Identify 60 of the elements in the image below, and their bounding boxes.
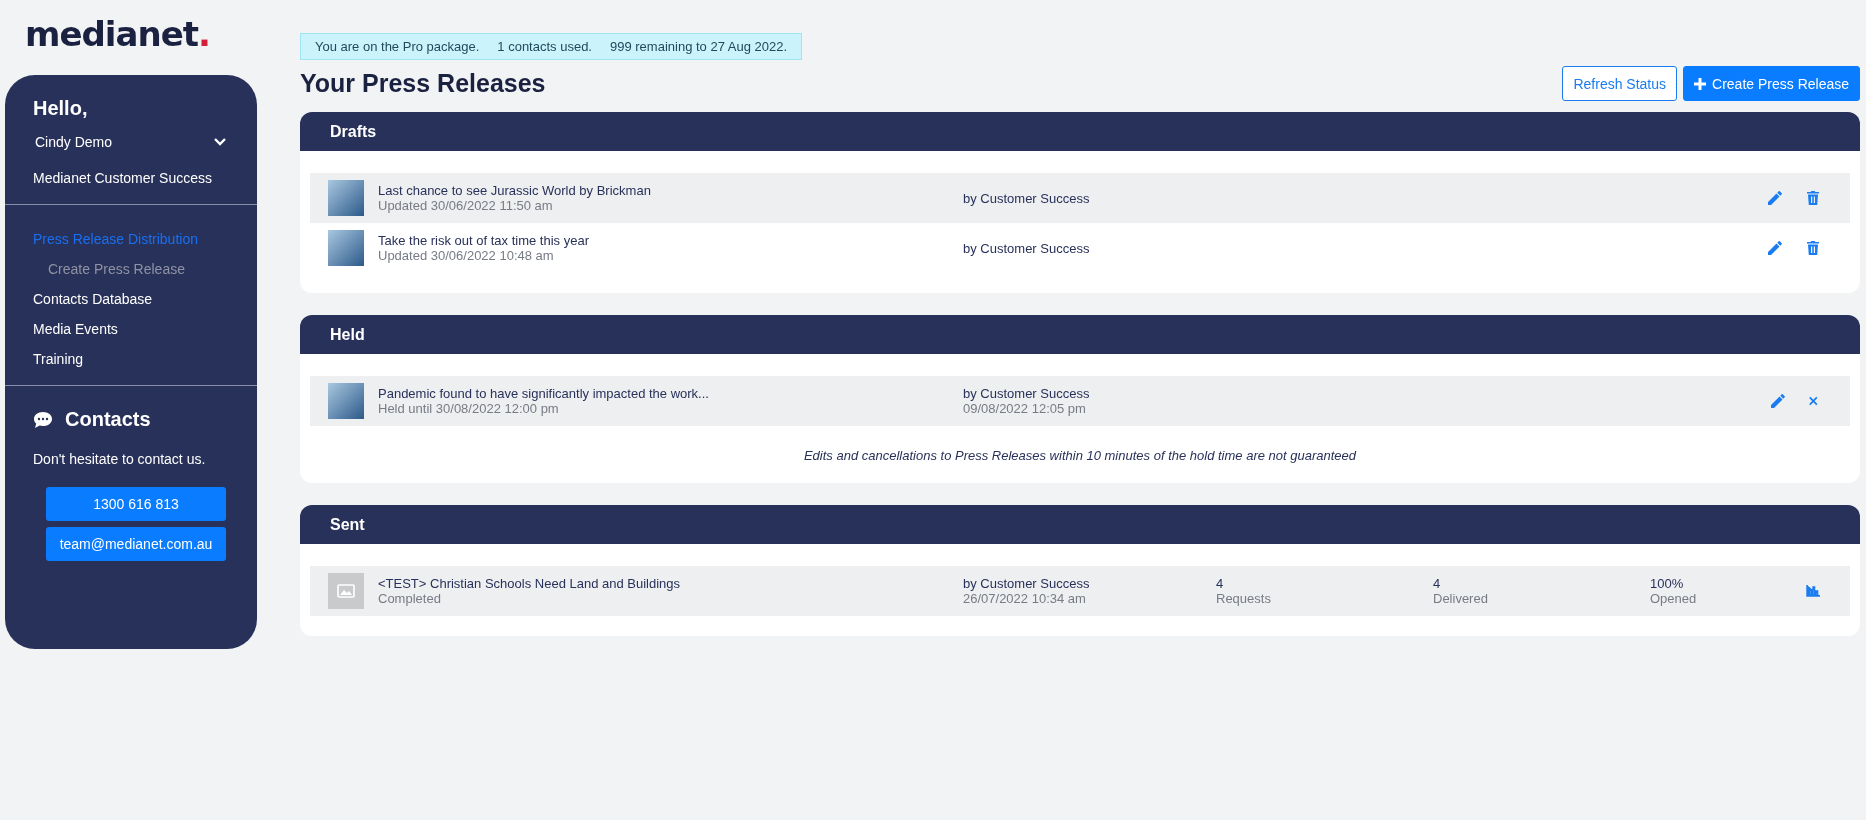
release-row[interactable]: Pandemic found to have significantly impacted the work... Held until 30/08/2022 12:00 pm by Customer Success 09/08/2022 12:05 pm [310,376,1850,426]
chat-bubble-icon [33,410,53,429]
photo-placeholder [328,180,364,216]
bar-chart-icon[interactable] [1806,584,1820,598]
release-title[interactable]: Last chance to see Jurassic World by Brickman [378,183,963,198]
release-status: Updated 30/06/2022 11:50 am [378,198,554,213]
release-title[interactable]: Pandemic found to have significantly impacted the work... [378,386,963,401]
release-row[interactable]: Take the risk out of tax time this year Updated 30/06/2022 10:48 am by Customer Success [310,223,1850,273]
author-text: by Customer Success [963,240,1091,256]
release-status: Held until 30/08/2022 12:00 pm [378,401,560,416]
edit-icon[interactable] [1771,394,1785,408]
banner-text: You are on the Pro package. [315,39,480,54]
image-placeholder-icon [328,573,364,609]
release-status: Updated 30/06/2022 10:48 am [378,248,555,263]
photo-placeholder [328,383,364,419]
create-button[interactable]: Create Press Release [1683,66,1860,101]
contact-button[interactable]: team@medianet.com.au [46,527,226,561]
chevron-down-icon[interactable] [213,137,227,147]
date-text: 09/08/2022 12:05 pm [963,401,1087,416]
release-row[interactable]: <TEST> Christian Schools Need Land and Buildings Completed by Customer Success 26/07/2022 10:34 am 4 Requests 4 Delivered 100% Opened [310,566,1850,616]
stat-label: Requests [1216,591,1272,606]
release-status: Completed [378,591,442,606]
nav-link[interactable]: Contacts Database [33,291,229,307]
author-text: by Customer Success [963,386,1091,401]
stat-value: 4 [1216,576,1225,591]
medianet-logo[interactable]: medianet. [25,14,210,70]
stat-value: 4 [1433,576,1442,591]
greeting: Hello, [33,97,89,120]
contact-text: Don't hesitate to contact us. [33,451,207,467]
date-text: 26/07/2022 10:34 am [963,591,1087,606]
page-title: Your Press Releases [300,69,546,98]
author-text: by Customer Success [963,190,1091,206]
nav-link[interactable]: Training [33,351,229,367]
contact-button[interactable]: 1300 616 813 [46,487,226,521]
banner-text: 1 contacts used. [497,39,592,54]
banner-text: 999 remaining to 27 Aug 2022. [610,39,788,54]
trash-icon[interactable] [1806,241,1820,255]
release-title[interactable]: Take the risk out of tax time this year [378,233,963,248]
stat-value: 100% [1650,576,1685,591]
hold-notice: Edits and cancellations to Press Releases within 10 minutes of the hold time are not guaranteed [802,448,1358,463]
stat-label: Opened [1650,591,1698,606]
edit-icon[interactable] [1768,241,1782,255]
contacts-heading: Contacts [65,408,151,431]
nav-sublink[interactable]: Create Press Release [33,261,229,277]
release-title[interactable]: <TEST> Christian Schools Need Land and Buildings [378,576,963,591]
edit-icon[interactable] [1768,191,1782,205]
author-text: by Customer Success [963,576,1091,591]
user-name[interactable]: Cindy Demo [35,134,113,150]
section-title: Sent [330,515,365,534]
section-title: Drafts [330,122,377,141]
trash-icon[interactable] [1806,191,1820,205]
stat-label: Delivered [1433,591,1489,606]
nav-link[interactable]: Media Events [33,321,229,337]
organisation-name: Medianet Customer Success [33,170,213,186]
close-icon[interactable] [1809,394,1820,408]
photo-placeholder [328,230,364,266]
plus-icon [1694,77,1707,90]
release-row[interactable]: Last chance to see Jurassic World by Brickman Updated 30/06/2022 11:50 am by Customer Success [310,173,1850,223]
refresh-button[interactable]: Refresh Status [1562,66,1678,101]
section-title: Held [330,325,365,344]
